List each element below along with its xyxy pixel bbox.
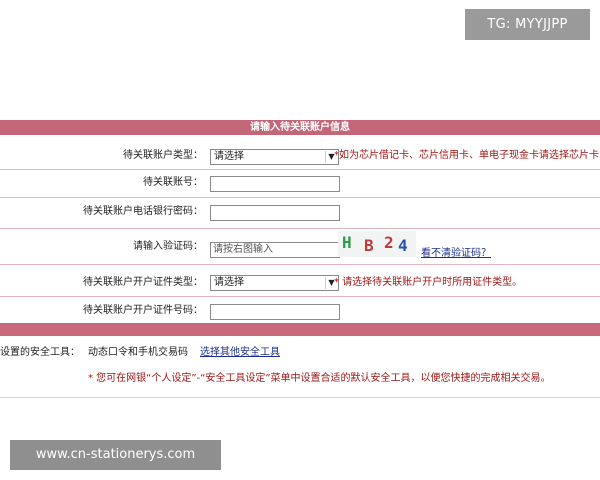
id-number-label: 待关联账户开户证件号码： [83, 305, 203, 316]
captcha-char: 4 [398, 236, 408, 255]
form-header: 请输入待关联账户信息 [0, 120, 600, 135]
captcha-char: H [342, 233, 352, 252]
refresh-captcha-link[interactable]: 看不清验证码？ [421, 244, 491, 259]
divider [0, 296, 600, 297]
watermark-top: TG: MYYJJPP [465, 9, 590, 40]
divider [0, 169, 600, 170]
security-tool-value: 动态口令和手机交易码 [88, 347, 188, 358]
divider [0, 397, 600, 398]
choose-other-security-tool-link[interactable]: 选择其他安全工具 [200, 346, 280, 360]
security-tool-label: 设置的安全工具： [0, 347, 80, 358]
row-id-number: 待关联账户开户证件号码： [0, 301, 600, 321]
row-captcha: 请输入验证码： 请按右图输入 [0, 237, 600, 258]
captcha-label: 请输入验证码： [133, 241, 203, 252]
account-type-value: 请选择 [214, 151, 244, 162]
id-type-value: 请选择 [214, 277, 244, 288]
required-marker: * [334, 277, 339, 288]
security-section [0, 336, 600, 396]
id-number-input[interactable] [210, 304, 340, 320]
account-number-input[interactable] [210, 176, 340, 192]
id-type-select[interactable]: 请选择 ▼ [210, 275, 339, 291]
id-type-note: * 请选择待关联账户开户时所用证件类型。 [334, 273, 522, 293]
divider [0, 264, 600, 265]
divider [0, 228, 600, 229]
phone-password-label: 待关联账户电话银行密码： [83, 206, 203, 217]
row-phone-password: 待关联账户电话银行密码： [0, 202, 600, 222]
id-type-label: 待关联账户开户证件类型： [83, 277, 203, 288]
captcha-char: B [364, 236, 374, 255]
captcha-input[interactable]: 请按右图输入 [210, 242, 340, 258]
security-tip: * 您可在网银“个人设定”-“安全工具设定”菜单中设置合适的默认安全工具，以便您… [88, 373, 551, 384]
row-id-type: 待关联账户开户证件类型： 请选择 ▼ * 请选择待关联账户开户时所用证件类型。 [0, 273, 600, 293]
account-number-label: 待关联账号： [143, 177, 203, 188]
row-account-number: 待关联账号： [0, 173, 600, 193]
id-type-note-text: 请选择待关联账户开户时所用证件类型。 [342, 277, 523, 288]
watermark-bottom: www.cn-stationerys.com [10, 440, 221, 470]
account-type-note: *如为芯片借记卡、芯片信用卡、单电子现金卡请选择芯片卡 [334, 150, 599, 161]
divider [0, 197, 600, 198]
captcha-image[interactable]: H B 2 4 [338, 231, 416, 257]
form-footer-band [0, 323, 600, 336]
row-account-type: 待关联账户类型： 请选择 ▼ *如为芯片借记卡、芯片信用卡、单电子现金卡请选择芯… [0, 146, 600, 166]
phone-password-input[interactable] [210, 205, 340, 221]
captcha-char: 2 [384, 233, 394, 252]
account-type-select[interactable]: 请选择 ▼ [210, 149, 339, 165]
account-type-label: 待关联账户类型： [123, 150, 203, 161]
